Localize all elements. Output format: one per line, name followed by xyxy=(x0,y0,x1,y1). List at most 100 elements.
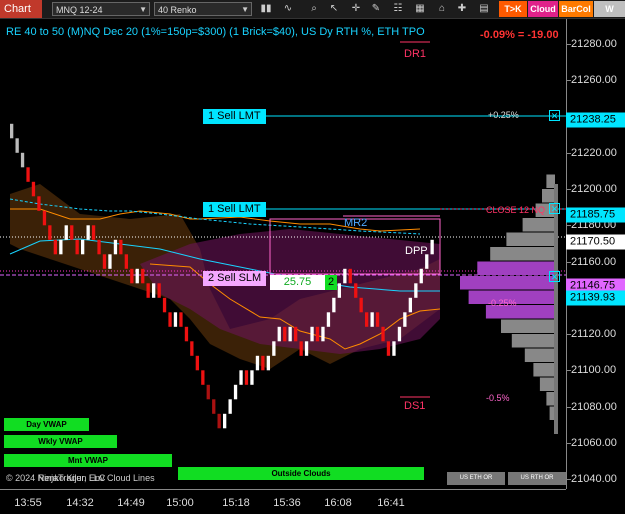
renko-brick-down xyxy=(37,196,41,211)
us-rth-or-button[interactable]: US RTH OR xyxy=(508,472,566,485)
renko-brick-up xyxy=(272,341,276,356)
sell-slm-order[interactable]: 2 Sell SLM xyxy=(203,271,267,286)
chart-plot-area[interactable]: RE 40 to 50 (M)NQ Dec 20 (1%=150p=$300) … xyxy=(0,19,566,489)
volume-profile-bar xyxy=(533,363,555,377)
renko-brick-up xyxy=(250,370,254,385)
renko-brick-up xyxy=(152,283,156,298)
renko-brick-up xyxy=(266,355,270,371)
renko-brick-down xyxy=(354,283,358,298)
templates-icon[interactable]: ⌂ xyxy=(434,2,450,16)
minus05-label: -0.5% xyxy=(486,393,510,403)
renko-brick-down xyxy=(15,138,19,153)
renko-brick-up xyxy=(403,312,407,327)
price-label: 21040.00 xyxy=(571,473,617,485)
time-axis[interactable]: 13:55 14:32 14:49 15:00 15:18 15:36 16:08 16:41 xyxy=(0,489,566,514)
renko-brick-down xyxy=(217,413,221,429)
price-label: 21280.00 xyxy=(571,38,617,50)
chevron-down-icon: ▼ xyxy=(241,5,249,14)
pointer-icon[interactable]: ↖ xyxy=(326,2,342,16)
renko-brick-down xyxy=(130,268,134,284)
renko-brick-down xyxy=(201,370,205,385)
sell-lmt-order-1[interactable]: 1 Sell LMT xyxy=(203,109,266,124)
renko-brick-up xyxy=(370,312,374,327)
dpp-label: DPP xyxy=(405,245,428,257)
renko-brick-up xyxy=(408,297,412,313)
renko-brick-down xyxy=(48,225,52,240)
mnt-vwap-button[interactable]: Mnt VWAP xyxy=(4,454,172,467)
wvwa-button[interactable]: W VWA xyxy=(594,1,625,30)
volume-profile-bar xyxy=(546,174,555,188)
price-label: 21260.00 xyxy=(571,74,617,87)
price-label: 21100.00 xyxy=(571,364,617,377)
wkly-vwap-button[interactable]: Wkly VWAP xyxy=(4,435,117,448)
renko-brick-down xyxy=(157,283,161,298)
price-label: 21220.00 xyxy=(571,146,617,159)
position-qty[interactable]: 2 xyxy=(325,275,337,290)
renko-brick-down xyxy=(97,239,101,255)
properties-icon[interactable]: ☷ xyxy=(390,2,406,16)
day-vwap-button[interactable]: Day VWAP xyxy=(4,418,89,431)
renko-brick-down xyxy=(124,254,128,269)
renko-brick-down xyxy=(119,239,123,255)
renko-brick-up xyxy=(239,370,243,385)
data-box-icon[interactable]: ▤ xyxy=(476,2,492,16)
time-label: 13:55 xyxy=(14,497,42,509)
bars-icon[interactable]: ▮▮ xyxy=(258,2,274,16)
us-eth-or-button[interactable]: US ETH OR xyxy=(447,472,505,485)
chart-toolbar: Chart MNQ 12-24 ▼ 40 Renko ▼ ▮▮ ∿ ⌕ ↖ ✛ ✎ … xyxy=(0,0,625,30)
renko-brick-up xyxy=(430,239,434,255)
ds1-label: DS1 xyxy=(404,400,426,412)
price-label: 21120.00 xyxy=(571,328,617,340)
cancel-order-icon[interactable]: ✕ xyxy=(549,203,560,214)
sell-lmt-order-2[interactable]: 1 Sell LMT xyxy=(203,202,266,217)
cloud-button[interactable]: Cloud xyxy=(528,1,558,17)
renko-brick-up xyxy=(397,326,402,342)
renko-brick-down xyxy=(102,254,107,269)
bar-type-select[interactable]: 40 Renko ▼ xyxy=(154,2,252,16)
strategy-icon[interactable]: ✚ xyxy=(454,2,470,16)
renko-brick-up xyxy=(277,326,281,342)
renko-brick-down xyxy=(91,225,96,240)
renko-brick-up xyxy=(304,341,309,356)
chart-trader-icon[interactable]: ▦ xyxy=(412,2,428,16)
close-label: CLOSE 12 NQ xyxy=(486,205,546,215)
tk-button[interactable]: T>K xyxy=(499,1,527,17)
volume-profile-bar xyxy=(511,334,555,348)
renko-brick-down xyxy=(315,326,320,342)
drawing-icon[interactable]: ✎ xyxy=(368,2,384,16)
position-pnl[interactable]: 25.75 xyxy=(270,275,325,290)
chart-tab[interactable]: Chart xyxy=(0,0,42,18)
barcol-button[interactable]: BarCol xyxy=(559,1,593,17)
volume-profile-bar xyxy=(546,392,555,406)
renko-brick-down xyxy=(190,341,194,356)
crosshair-icon[interactable]: ✛ xyxy=(348,2,364,16)
time-label: 14:32 xyxy=(66,497,94,509)
price-marker-tag: 21170.50 xyxy=(566,234,625,250)
volume-profile-bar xyxy=(506,232,555,246)
volume-profile-bar xyxy=(460,276,555,290)
renko-brick-down xyxy=(206,384,210,400)
instrument-select[interactable]: MNQ 12-24 ▼ xyxy=(52,2,150,16)
time-label: 15:18 xyxy=(222,497,250,509)
renko-brick-down xyxy=(42,210,47,226)
renko-brick-up xyxy=(59,239,63,255)
renko-brick-up xyxy=(310,326,314,342)
renko-brick-up xyxy=(288,326,292,342)
renko-brick-down xyxy=(244,370,249,385)
instrument-value: MNQ 12-24 xyxy=(56,5,103,15)
zoom-icon[interactable]: ⌕ xyxy=(306,2,322,16)
indicators-icon[interactable]: ∿ xyxy=(280,2,296,16)
time-label: 15:00 xyxy=(166,497,194,509)
time-label: 16:08 xyxy=(324,497,352,509)
renko-brick-up xyxy=(414,283,418,298)
volume-profile-bar xyxy=(501,319,555,333)
plus025-label: +0.25% xyxy=(488,110,519,120)
price-axis[interactable]: 21280.0021260.0021240.0021220.0021200.00… xyxy=(566,19,625,489)
cancel-order-icon[interactable]: ✕ xyxy=(549,271,560,282)
cancel-order-icon[interactable]: ✕ xyxy=(549,110,560,121)
renko-brick-up xyxy=(332,297,336,313)
renko-brick-up xyxy=(326,312,331,327)
outside-clouds-button[interactable]: Outside Clouds xyxy=(178,467,424,480)
renko-brick-up xyxy=(113,239,118,255)
time-label: 15:36 xyxy=(273,497,301,509)
